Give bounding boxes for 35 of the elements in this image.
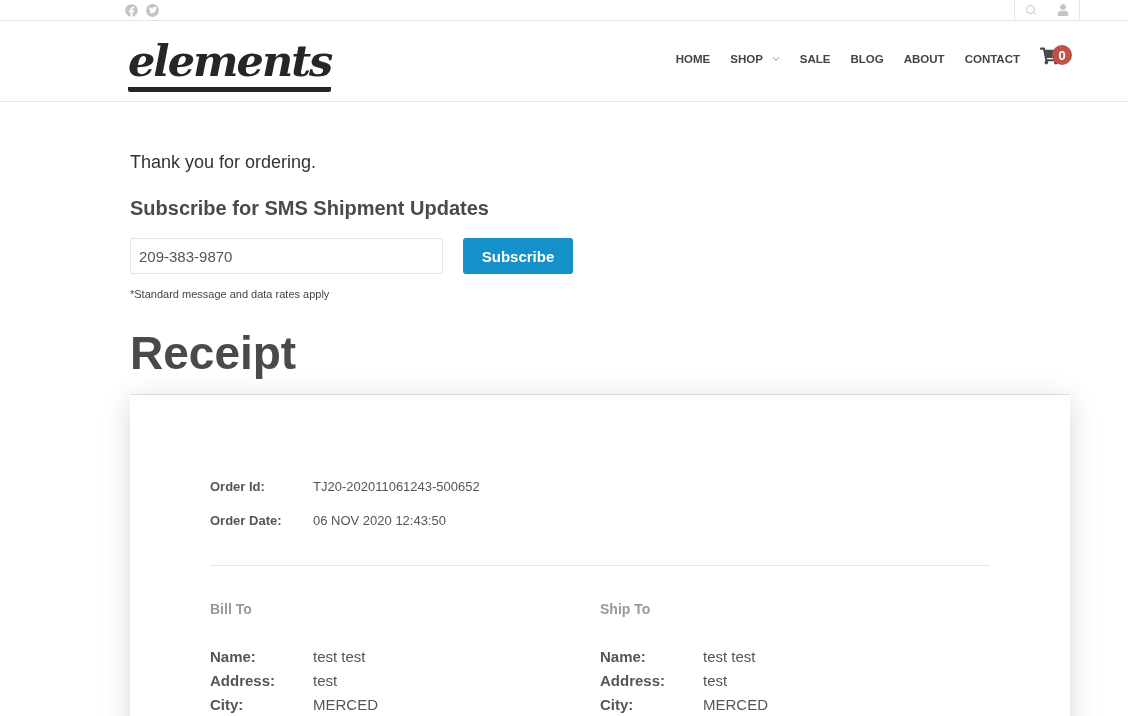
address-heading: Bill To [210, 600, 253, 618]
order-field-value: TJ20-202011061243-500652 [313, 479, 481, 494]
nav-link[interactable]: CONTACT [964, 53, 1020, 65]
rates-note: *Standard message and data rates apply [130, 287, 331, 301]
user-icon[interactable] [1057, 4, 1069, 16]
address-field-value: test [703, 671, 729, 689]
order-field-value: 06 NOV 2020 12:43:50 [313, 513, 447, 528]
site-logo[interactable]: elements [128, 38, 332, 92]
nav-link[interactable]: BLOG [850, 53, 884, 65]
phone-input[interactable]: 209-383-9870 [130, 238, 443, 274]
address-heading: Ship To [600, 600, 652, 618]
nav-link[interactable]: HOME [675, 53, 711, 65]
address-field-value: MERCED [313, 695, 379, 713]
nav-link[interactable]: ABOUT [903, 53, 945, 65]
address-field-value: test [313, 671, 339, 689]
address-field-label: Name: [600, 647, 647, 665]
address-field-label: City: [210, 695, 245, 713]
twitter-icon[interactable] [146, 3, 159, 17]
subscribe-button[interactable]: Subscribe [463, 238, 573, 274]
address-field-label: Address: [210, 671, 277, 689]
address-field-value: test test [703, 647, 757, 665]
address-field-label: Name: [210, 647, 257, 665]
address-field-value: test test [313, 647, 367, 665]
order-field-label: Order Id: [210, 479, 266, 494]
cart-count-badge: 0 [1052, 45, 1072, 65]
nav-link[interactable]: SHOP [730, 53, 780, 65]
thank-you-message: Thank you for ordering. [130, 151, 318, 173]
facebook-icon[interactable] [125, 3, 138, 17]
address-field-label: Address: [600, 671, 667, 689]
search-icon[interactable] [1025, 4, 1037, 16]
address-field-label: City: [600, 695, 635, 713]
order-field-label: Order Date: [210, 513, 283, 528]
sms-heading: Subscribe for SMS Shipment Updates [130, 196, 490, 221]
address-field-value: MERCED [703, 695, 769, 713]
nav-link[interactable]: SALE [799, 53, 831, 65]
